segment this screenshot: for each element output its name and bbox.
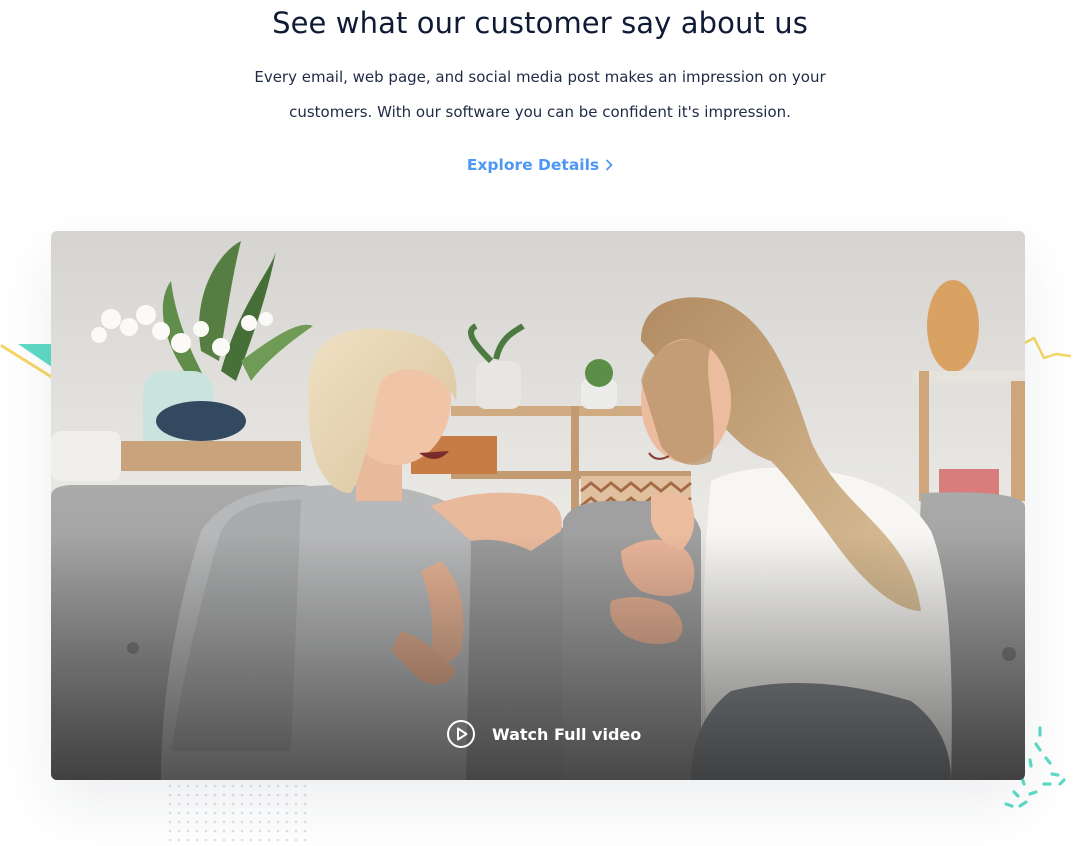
section-description: Every email, web page, and social media … [254, 68, 826, 121]
section-title: See what our customer say about us [272, 6, 808, 40]
chevron-right-icon [605, 153, 613, 179]
testimonial-section: See what our customer say about us Every… [0, 0, 1080, 846]
video-card[interactable]: Watch Full video [51, 231, 1025, 780]
testimonial-video-thumbnail [51, 231, 1025, 780]
play-circle-icon [447, 720, 475, 748]
dot-grid-decoration [166, 782, 312, 842]
explore-details-label: Explore Details [466, 156, 600, 174]
explore-details-link[interactable]: Explore Details [0, 152, 1080, 179]
watch-video-label: Watch Full video [492, 724, 642, 744]
watch-video-button[interactable]: Watch Full video [446, 717, 641, 751]
